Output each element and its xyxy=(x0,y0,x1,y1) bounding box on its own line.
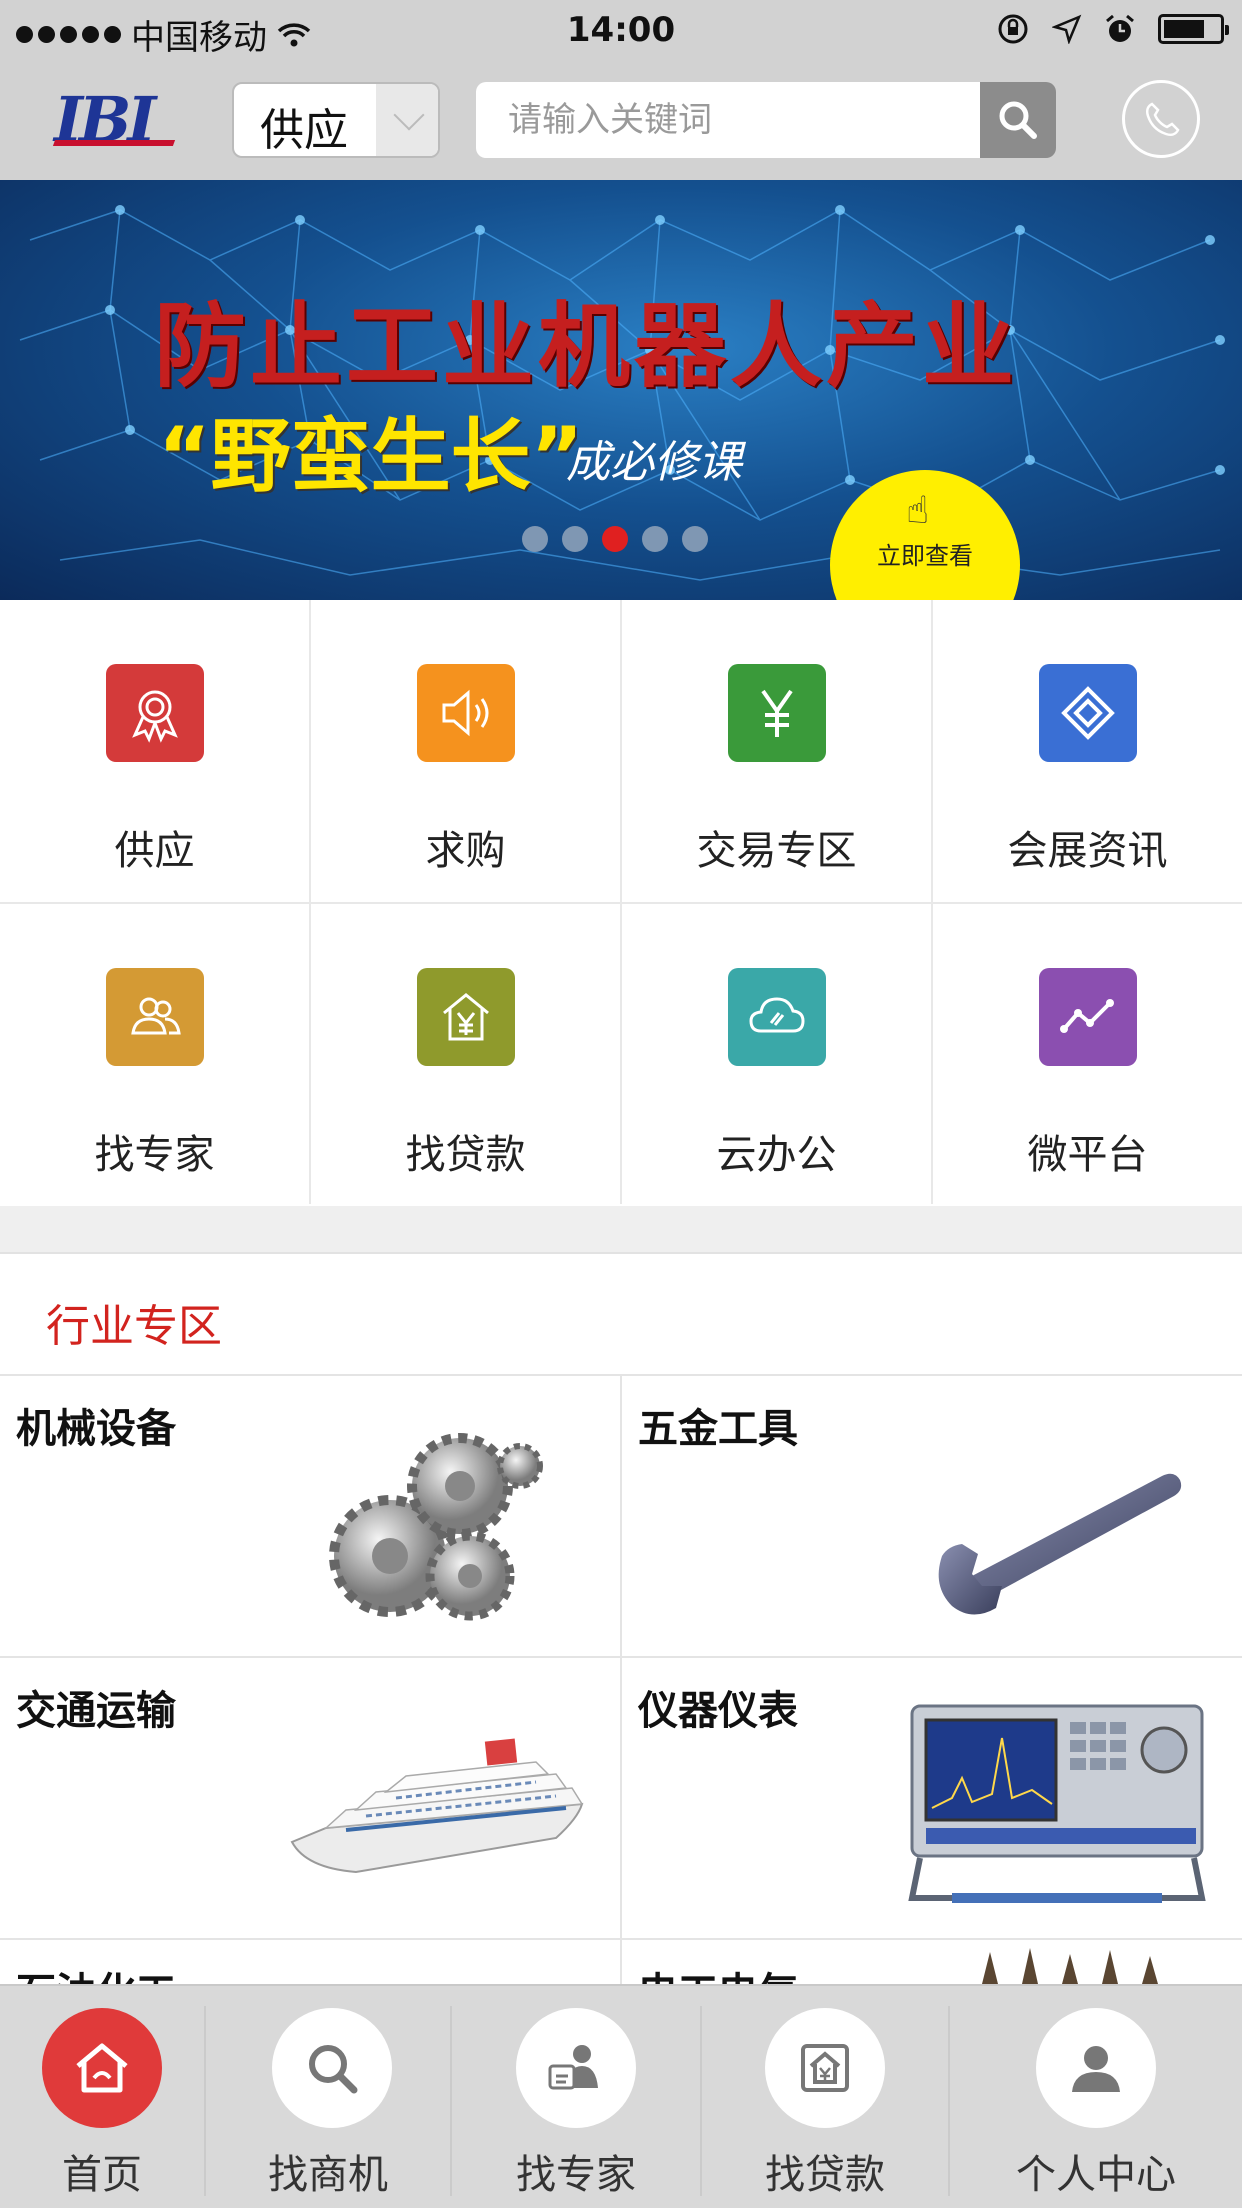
home-icon xyxy=(42,2008,162,2128)
banner-subtitle-highlight: “野蛮生长” xyxy=(158,410,584,503)
menu-item-label: 交易专区 xyxy=(696,828,857,874)
industry-item-instruments[interactable]: 仪器仪表 xyxy=(622,1658,1242,1938)
gears-image xyxy=(329,1433,543,1621)
industry-grid: 机械设备 五金工具 交通运输 仪器仪表 xyxy=(0,1376,1242,1986)
cloud-icon xyxy=(727,968,826,1066)
people-icon xyxy=(105,968,204,1066)
tab-personal-center[interactable]: 个人中心 xyxy=(950,1986,1242,2208)
app-header: IBI 供应 xyxy=(0,60,1242,180)
tab-find-opportunities[interactable]: 找商机 xyxy=(206,1986,450,2208)
industry-item-machinery[interactable]: 机械设备 xyxy=(0,1376,620,1656)
industry-item-electrical[interactable]: 电工电气 xyxy=(622,1940,1242,1986)
tab-label: 首页 xyxy=(62,2152,142,2198)
banner-title: 防止工业机器人产业 xyxy=(154,292,1019,400)
select-arrow-area[interactable] xyxy=(376,84,438,156)
search-button[interactable] xyxy=(980,82,1056,158)
industry-item-transportation[interactable]: 交通运输 xyxy=(0,1658,620,1938)
menu-item-label: 微平台 xyxy=(1027,1132,1148,1178)
industry-item-petrochemical[interactable]: 石油化工 xyxy=(0,1940,620,1986)
industry-item-label: 机械设备 xyxy=(16,1406,176,1452)
carousel-dot[interactable] xyxy=(522,526,548,552)
menu-item-cloud-office[interactable]: 云办公 xyxy=(622,904,931,1206)
menu-item-label: 云办公 xyxy=(716,1132,837,1178)
carousel-dot[interactable] xyxy=(562,526,588,552)
menu-item-label: 找贷款 xyxy=(405,1132,526,1178)
tab-find-expert[interactable]: 找专家 xyxy=(452,1986,700,2208)
loan-icon xyxy=(765,2008,885,2128)
industry-item-label: 五金工具 xyxy=(638,1406,798,1452)
menu-item-find-expert[interactable]: 找专家 xyxy=(0,904,309,1206)
tab-label: 找商机 xyxy=(268,2152,388,2198)
menu-item-exhibition-news[interactable]: 会展资讯 xyxy=(933,600,1242,902)
user-icon xyxy=(1036,2008,1156,2128)
menu-item-purchase[interactable]: 求购 xyxy=(311,600,620,902)
status-bar: 中国移动 14:00 xyxy=(0,0,1242,60)
industry-item-label: 仪器仪表 xyxy=(638,1688,798,1734)
promo-banner[interactable]: 防止工业机器人产业 “野蛮生长” 成必修课 ☝ 立即查看 xyxy=(0,180,1242,600)
tab-label: 找贷款 xyxy=(765,2152,885,2198)
speaker-icon xyxy=(416,664,515,762)
electrical-components-image xyxy=(982,1948,1158,1984)
pointer-hand-icon: ☝ xyxy=(906,488,930,532)
banner-cta-label: 立即查看 xyxy=(877,542,973,570)
location-icon xyxy=(1052,14,1082,44)
banner-subtitle: 成必修课 xyxy=(566,437,742,488)
trend-icon xyxy=(1038,968,1137,1066)
house-yen-icon xyxy=(416,968,515,1066)
search-icon xyxy=(272,2008,392,2128)
wrench-image xyxy=(938,1473,1182,1615)
diamond-icon xyxy=(1038,664,1137,762)
bottom-tab-bar: 首页 找商机 找专家 找贷款 个人中心 xyxy=(0,1984,1242,2208)
carousel-dot[interactable] xyxy=(602,526,628,552)
carousel-indicator[interactable] xyxy=(522,526,708,552)
status-icons xyxy=(996,12,1229,46)
menu-item-label: 找专家 xyxy=(94,1132,215,1178)
tab-find-loan[interactable]: 找贷款 xyxy=(702,1986,948,2208)
tab-label: 找专家 xyxy=(516,2152,636,2198)
alarm-icon xyxy=(1106,14,1134,42)
quick-menu-grid: 供应 求购 交易专区 会展资讯 找专家 找贷款 云办公 微平台 xyxy=(0,600,1242,1206)
section-separator xyxy=(0,1206,1242,1254)
industry-item-label: 石油化工 xyxy=(16,1960,176,1986)
menu-item-label: 会展资讯 xyxy=(1007,828,1168,874)
menu-item-find-loan[interactable]: 找贷款 xyxy=(311,904,620,1206)
menu-item-trade-zone[interactable]: 交易专区 xyxy=(622,600,931,902)
menu-item-supply[interactable]: 供应 xyxy=(0,600,309,902)
carousel-dot[interactable] xyxy=(642,526,668,552)
chevron-down-icon xyxy=(393,99,425,131)
search-input[interactable] xyxy=(476,82,980,158)
rotation-lock-icon xyxy=(998,14,1028,44)
industry-section-title: 行业专区 xyxy=(46,1301,222,1352)
menu-item-micro-platform[interactable]: 微平台 xyxy=(933,904,1242,1206)
menu-item-label: 求购 xyxy=(425,828,506,874)
cruise-ship-image xyxy=(290,1738,584,1874)
ibi-logo[interactable]: IBI xyxy=(52,80,176,160)
industry-item-label: 电工电气 xyxy=(638,1960,798,1986)
industry-item-label: 交通运输 xyxy=(16,1688,176,1734)
tab-label: 个人中心 xyxy=(1016,2152,1176,2198)
award-icon xyxy=(105,664,204,762)
call-button[interactable] xyxy=(1122,80,1200,158)
menu-item-label: 供应 xyxy=(114,828,195,874)
carousel-dot[interactable] xyxy=(682,526,708,552)
phone-icon xyxy=(1145,102,1180,137)
yen-icon xyxy=(727,664,826,762)
expert-icon xyxy=(516,2008,636,2128)
search-icon xyxy=(999,101,1037,139)
industry-item-hardware-tools[interactable]: 五金工具 xyxy=(622,1376,1242,1656)
category-select-value: 供应 xyxy=(260,105,348,156)
category-select[interactable]: 供应 xyxy=(232,82,440,158)
tab-home[interactable]: 首页 xyxy=(0,1986,204,2208)
battery-icon xyxy=(1158,14,1229,44)
spectrum-analyzer-image xyxy=(908,1704,1206,1903)
